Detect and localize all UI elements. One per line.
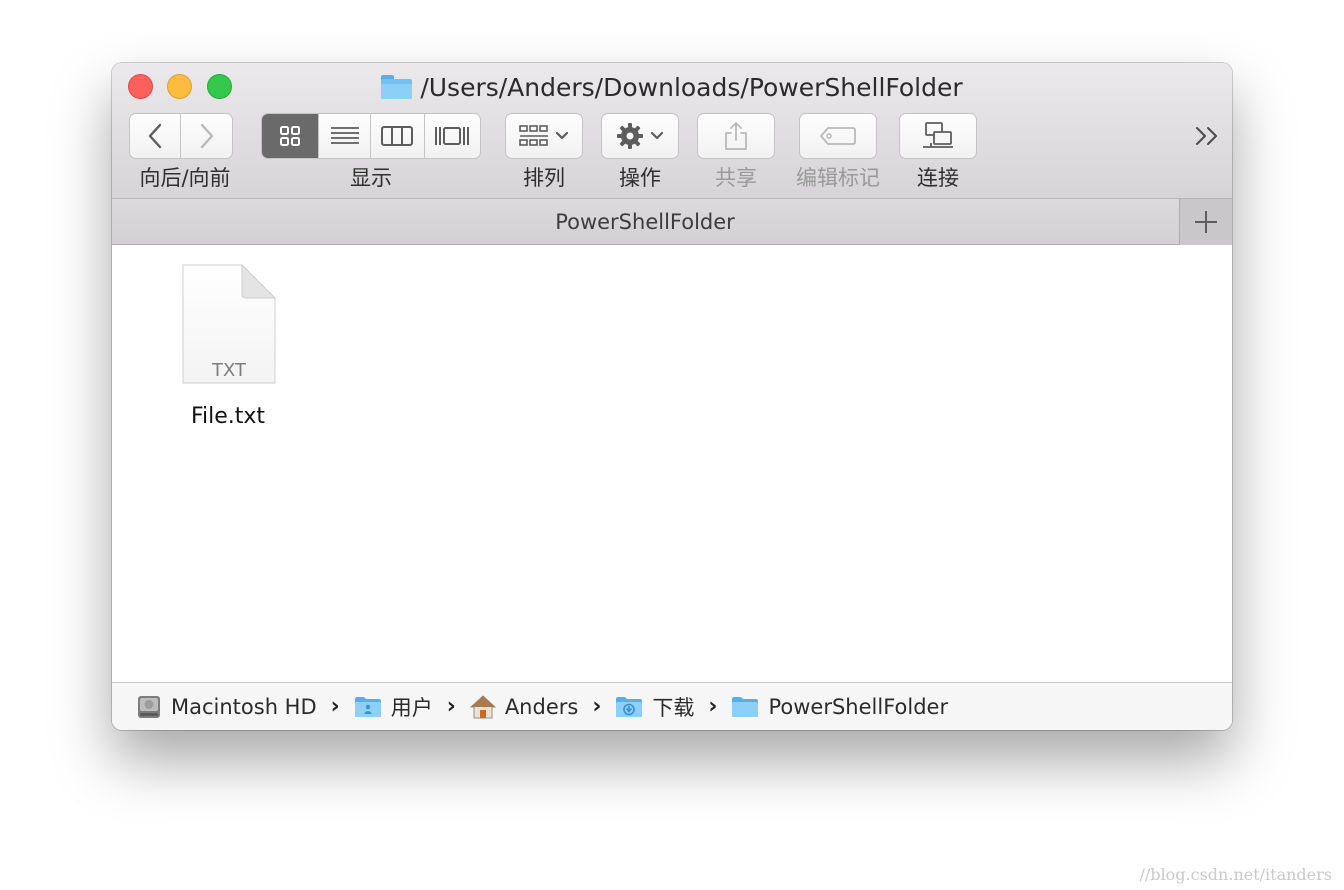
- downloads-folder-icon: [616, 696, 643, 717]
- edit-tags-label: 编辑标记: [796, 166, 880, 190]
- new-tab-button[interactable]: [1179, 199, 1232, 245]
- gear-icon: [617, 123, 643, 149]
- chevron-right-icon: [200, 123, 213, 149]
- plus-icon: [1195, 211, 1217, 233]
- grid-icon: [280, 126, 301, 146]
- connect-button[interactable]: [899, 113, 977, 159]
- columns-icon: [381, 126, 414, 146]
- path-separator-icon: ›: [330, 694, 340, 719]
- connect-label: 连接: [917, 166, 959, 190]
- list-icon: [330, 127, 359, 144]
- icon-view-button[interactable]: [262, 114, 320, 158]
- column-view-button[interactable]: [371, 114, 425, 158]
- action-label: 操作: [619, 166, 661, 190]
- path-item-anders[interactable]: Anders: [469, 694, 579, 719]
- path-item-label: Anders: [504, 694, 579, 719]
- folder-icon: [381, 75, 413, 99]
- network-computer-icon: [923, 122, 953, 148]
- arrange-button[interactable]: [505, 113, 583, 159]
- users-folder-icon: [354, 696, 381, 717]
- path-separator-icon: ›: [708, 694, 718, 719]
- arrange-grid-icon: [519, 125, 548, 146]
- chevron-down-icon: [650, 131, 664, 140]
- path-separator-icon: ›: [592, 694, 602, 719]
- path-item-label: PowerShellFolder: [768, 694, 949, 719]
- tab-bar: PowerShellFolder: [112, 199, 1232, 245]
- hard-drive-icon: [138, 695, 160, 718]
- back-forward-label: 向后/向前: [139, 166, 231, 190]
- tab-powershellfolder[interactable]: PowerShellFolder: [112, 199, 1178, 245]
- forward-button[interactable]: [181, 114, 232, 158]
- share-icon: [725, 122, 747, 150]
- path-separator-icon: ›: [446, 694, 456, 719]
- file-browser-area[interactable]: TXT File.txt: [112, 246, 1232, 682]
- file-type-label: TXT: [211, 360, 246, 381]
- chevron-down-icon: [555, 131, 569, 140]
- title-bar: /Users/Anders/Downloads/PowerShellFolder…: [112, 63, 1232, 199]
- window-title-text: /Users/Anders/Downloads/PowerShellFolder: [420, 72, 963, 102]
- tab-title-text: PowerShellFolder: [555, 210, 735, 234]
- window-title: /Users/Anders/Downloads/PowerShellFolder: [112, 71, 1232, 103]
- gallery-icon: [435, 127, 470, 145]
- folder-icon: [732, 696, 759, 717]
- arrange-label: 排列: [523, 166, 565, 190]
- gallery-view-button[interactable]: [425, 114, 480, 158]
- share-button[interactable]: [697, 113, 775, 159]
- path-bar: Macintosh HD › 用户 › Anders › 下载 › PowerS…: [112, 682, 1232, 730]
- path-item-label: 下载: [652, 695, 695, 720]
- path-item-label: 用户: [390, 695, 433, 720]
- share-label: 共享: [715, 166, 757, 190]
- chevron-left-icon: [148, 123, 162, 149]
- path-item-label: Macintosh HD: [171, 694, 317, 719]
- double-chevron-right-icon: [1196, 127, 1217, 145]
- back-button[interactable]: [130, 114, 182, 158]
- list-view-button[interactable]: [319, 114, 371, 158]
- path-item-users[interactable]: 用户: [354, 692, 433, 722]
- tag-icon: [820, 127, 856, 145]
- file-name[interactable]: File.txt: [166, 404, 290, 429]
- watermark: //blog.csdn.net/itanders: [1139, 865, 1332, 884]
- path-item-downloads[interactable]: 下载: [615, 692, 694, 722]
- finder-window: /Users/Anders/Downloads/PowerShellFolder…: [112, 63, 1232, 730]
- path-item-macintosh-hd[interactable]: Macintosh HD: [136, 694, 317, 720]
- text-document-icon: TXT: [182, 264, 276, 384]
- toolbar-overflow-button[interactable]: [1190, 121, 1224, 151]
- path-item-powershellfolder[interactable]: PowerShellFolder: [731, 695, 948, 719]
- home-icon: [469, 694, 496, 718]
- view-label: 显示: [350, 166, 392, 190]
- action-button[interactable]: [601, 113, 679, 159]
- view-control: [261, 113, 481, 159]
- back-forward-control: [129, 113, 233, 159]
- edit-tags-button[interactable]: [799, 113, 877, 159]
